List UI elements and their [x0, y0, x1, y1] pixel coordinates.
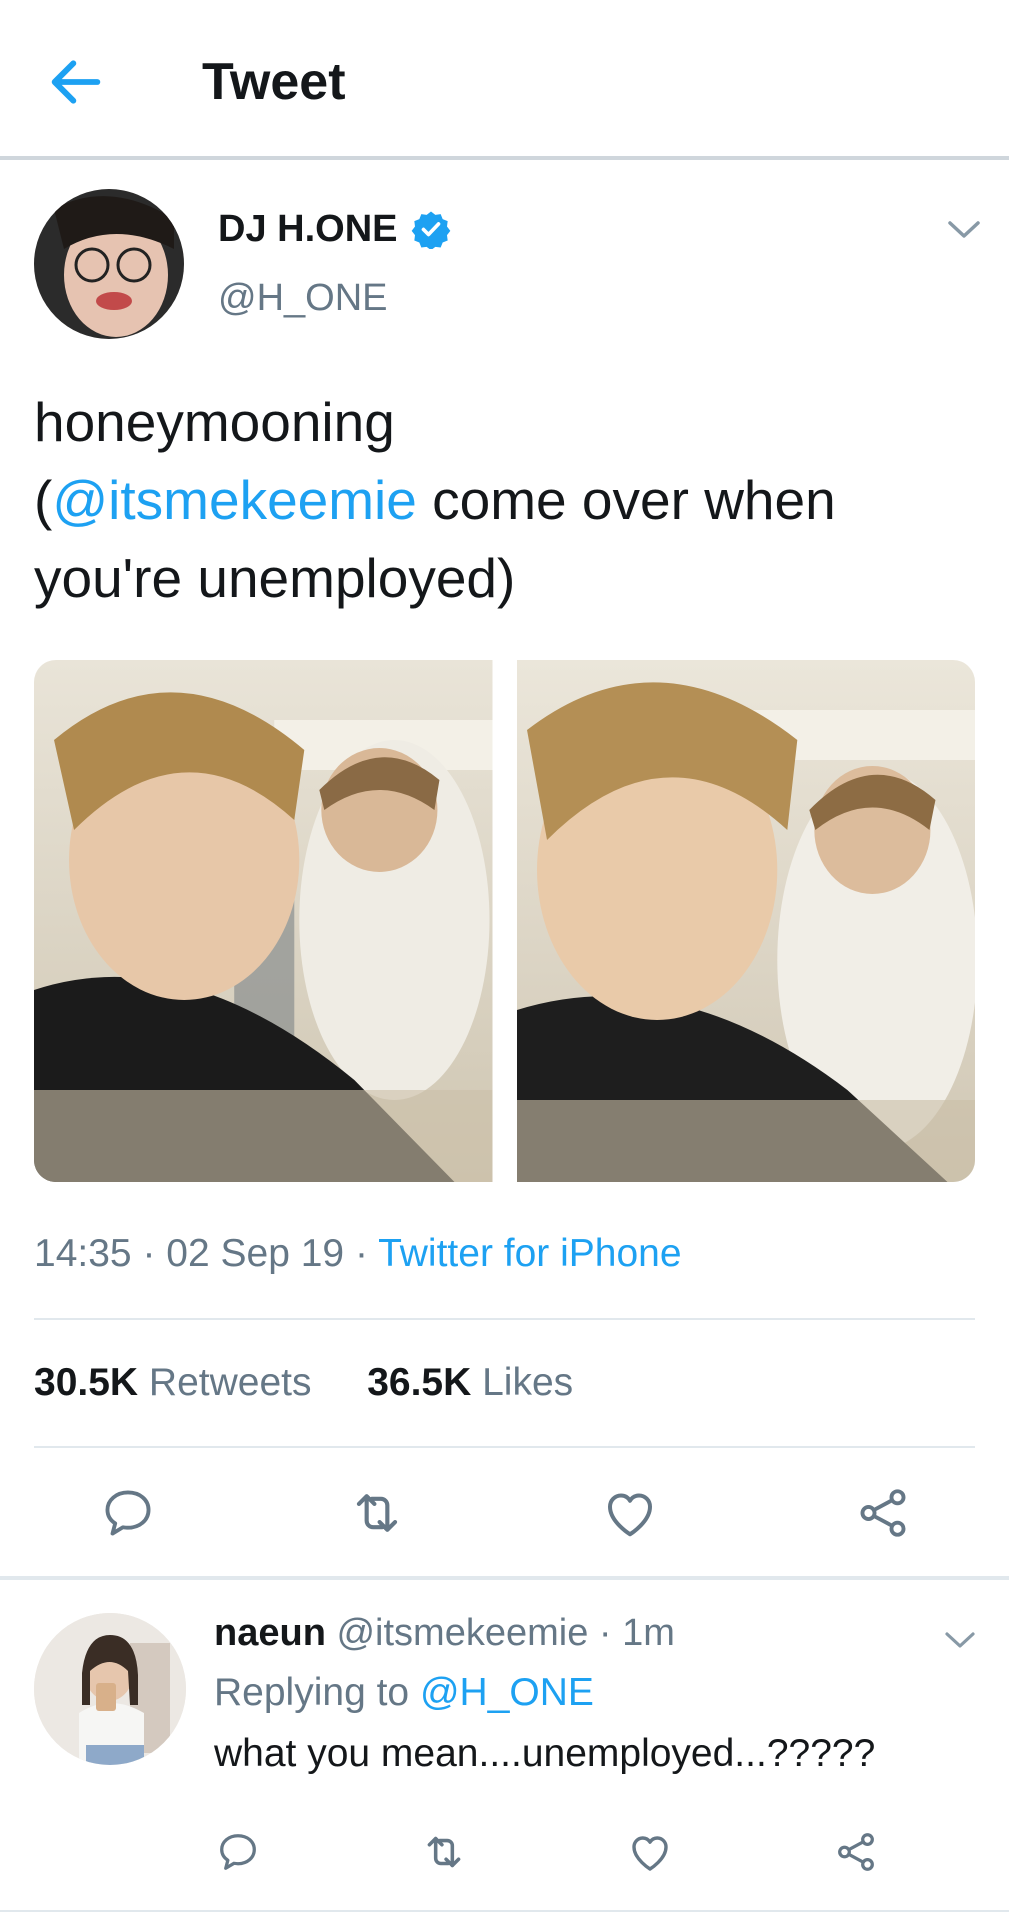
- separator: ·: [588, 1612, 623, 1654]
- reply-author-name[interactable]: naeun: [214, 1612, 326, 1654]
- tweet-options-button[interactable]: [944, 214, 984, 246]
- arrow-left-icon: [51, 60, 101, 104]
- reply-options-button[interactable]: [942, 1626, 978, 1654]
- bottom-divider: [0, 1910, 1009, 1912]
- retweet-icon: [427, 1836, 461, 1868]
- reply-reply-button[interactable]: [212, 1826, 264, 1878]
- reply-author-handle[interactable]: @itsmekeemie: [336, 1612, 588, 1654]
- tweet-media: [34, 660, 975, 1182]
- replying-to: Replying to @H_ONE: [214, 1670, 594, 1716]
- tweet-time: 14:35: [34, 1232, 132, 1275]
- mention-link[interactable]: @itsmekeemie: [52, 469, 417, 531]
- reply-share-button[interactable]: [830, 1826, 882, 1878]
- verified-badge-icon: [412, 211, 451, 249]
- share-button[interactable]: [850, 1480, 916, 1546]
- author-avatar[interactable]: [34, 189, 184, 339]
- retweet-icon: [356, 1494, 398, 1532]
- likes-label: Likes: [482, 1361, 574, 1404]
- section-divider: [0, 1576, 1009, 1580]
- reply-avatar[interactable]: [34, 1613, 186, 1765]
- like-button[interactable]: [597, 1480, 663, 1546]
- reply-header: naeun @itsmekeemie · 1m: [214, 1610, 675, 1656]
- chevron-down-icon: [948, 221, 980, 238]
- author-name[interactable]: DJ H.ONE: [218, 206, 451, 252]
- author-name-text: DJ H.ONE: [218, 208, 398, 250]
- paren-open: (: [34, 469, 53, 531]
- reply-actions: [0, 1826, 1009, 1882]
- reply-like-button[interactable]: [624, 1826, 676, 1878]
- retweet-button[interactable]: [344, 1480, 410, 1546]
- retweets-stat[interactable]: 30.5K Retweets: [34, 1361, 312, 1404]
- heart-icon: [608, 1493, 652, 1537]
- tweet-photo-2[interactable]: [516, 660, 975, 1182]
- author-handle[interactable]: @H_ONE: [218, 275, 388, 321]
- likes-stat[interactable]: 36.5K Likes: [367, 1361, 573, 1404]
- photo-image: [34, 660, 493, 1182]
- retweets-count: 30.5K: [34, 1361, 139, 1404]
- comment-icon: [220, 1834, 256, 1870]
- chevron-down-icon: [945, 1632, 975, 1648]
- avatar-photo: [34, 189, 184, 339]
- tweet-date: 02 Sep 19: [166, 1232, 345, 1275]
- tweet-text: honeymooning (@itsmekeemie come over whe…: [34, 383, 984, 617]
- retweets-label: Retweets: [148, 1361, 312, 1404]
- comment-icon: [105, 1490, 151, 1536]
- replying-label: Replying to: [214, 1671, 420, 1714]
- reply-button[interactable]: [95, 1480, 161, 1546]
- heart-icon: [632, 1836, 668, 1871]
- reply-retweet-button[interactable]: [418, 1826, 470, 1878]
- separator: ·: [344, 1232, 379, 1275]
- tweet-text-line: (@itsmekeemie come over when: [34, 461, 984, 539]
- likes-count: 36.5K: [367, 1361, 472, 1404]
- page-title: Tweet: [202, 53, 346, 111]
- header-divider: [0, 156, 1009, 160]
- reply-text: what you mean....unemployed...?????: [214, 1732, 876, 1775]
- reply-time: 1m: [622, 1612, 675, 1654]
- tweet-stats: 30.5K Retweets 36.5K Likes: [34, 1359, 573, 1407]
- divider: [34, 1318, 975, 1320]
- tweet-actions: [0, 1480, 1009, 1546]
- separator: ·: [131, 1232, 167, 1275]
- tweet-text-rest: come over when: [416, 469, 836, 531]
- app-header: [0, 0, 1009, 156]
- replying-handle-link[interactable]: @H_ONE: [420, 1671, 594, 1714]
- share-icon: [860, 1489, 906, 1537]
- tweet-source-link[interactable]: Twitter for iPhone: [378, 1232, 681, 1275]
- tweet-text-line: honeymooning: [34, 391, 395, 453]
- photo-image: [516, 660, 975, 1182]
- tweet-timestamp: 14:35 · 02 Sep 19 · Twitter for iPhone: [34, 1230, 682, 1278]
- back-button[interactable]: [44, 50, 108, 114]
- share-icon: [838, 1833, 874, 1871]
- divider: [34, 1446, 975, 1448]
- tweet-photo-1[interactable]: [34, 660, 493, 1182]
- avatar-photo: [34, 1613, 186, 1765]
- tweet-text-line: you're unemployed): [34, 547, 516, 609]
